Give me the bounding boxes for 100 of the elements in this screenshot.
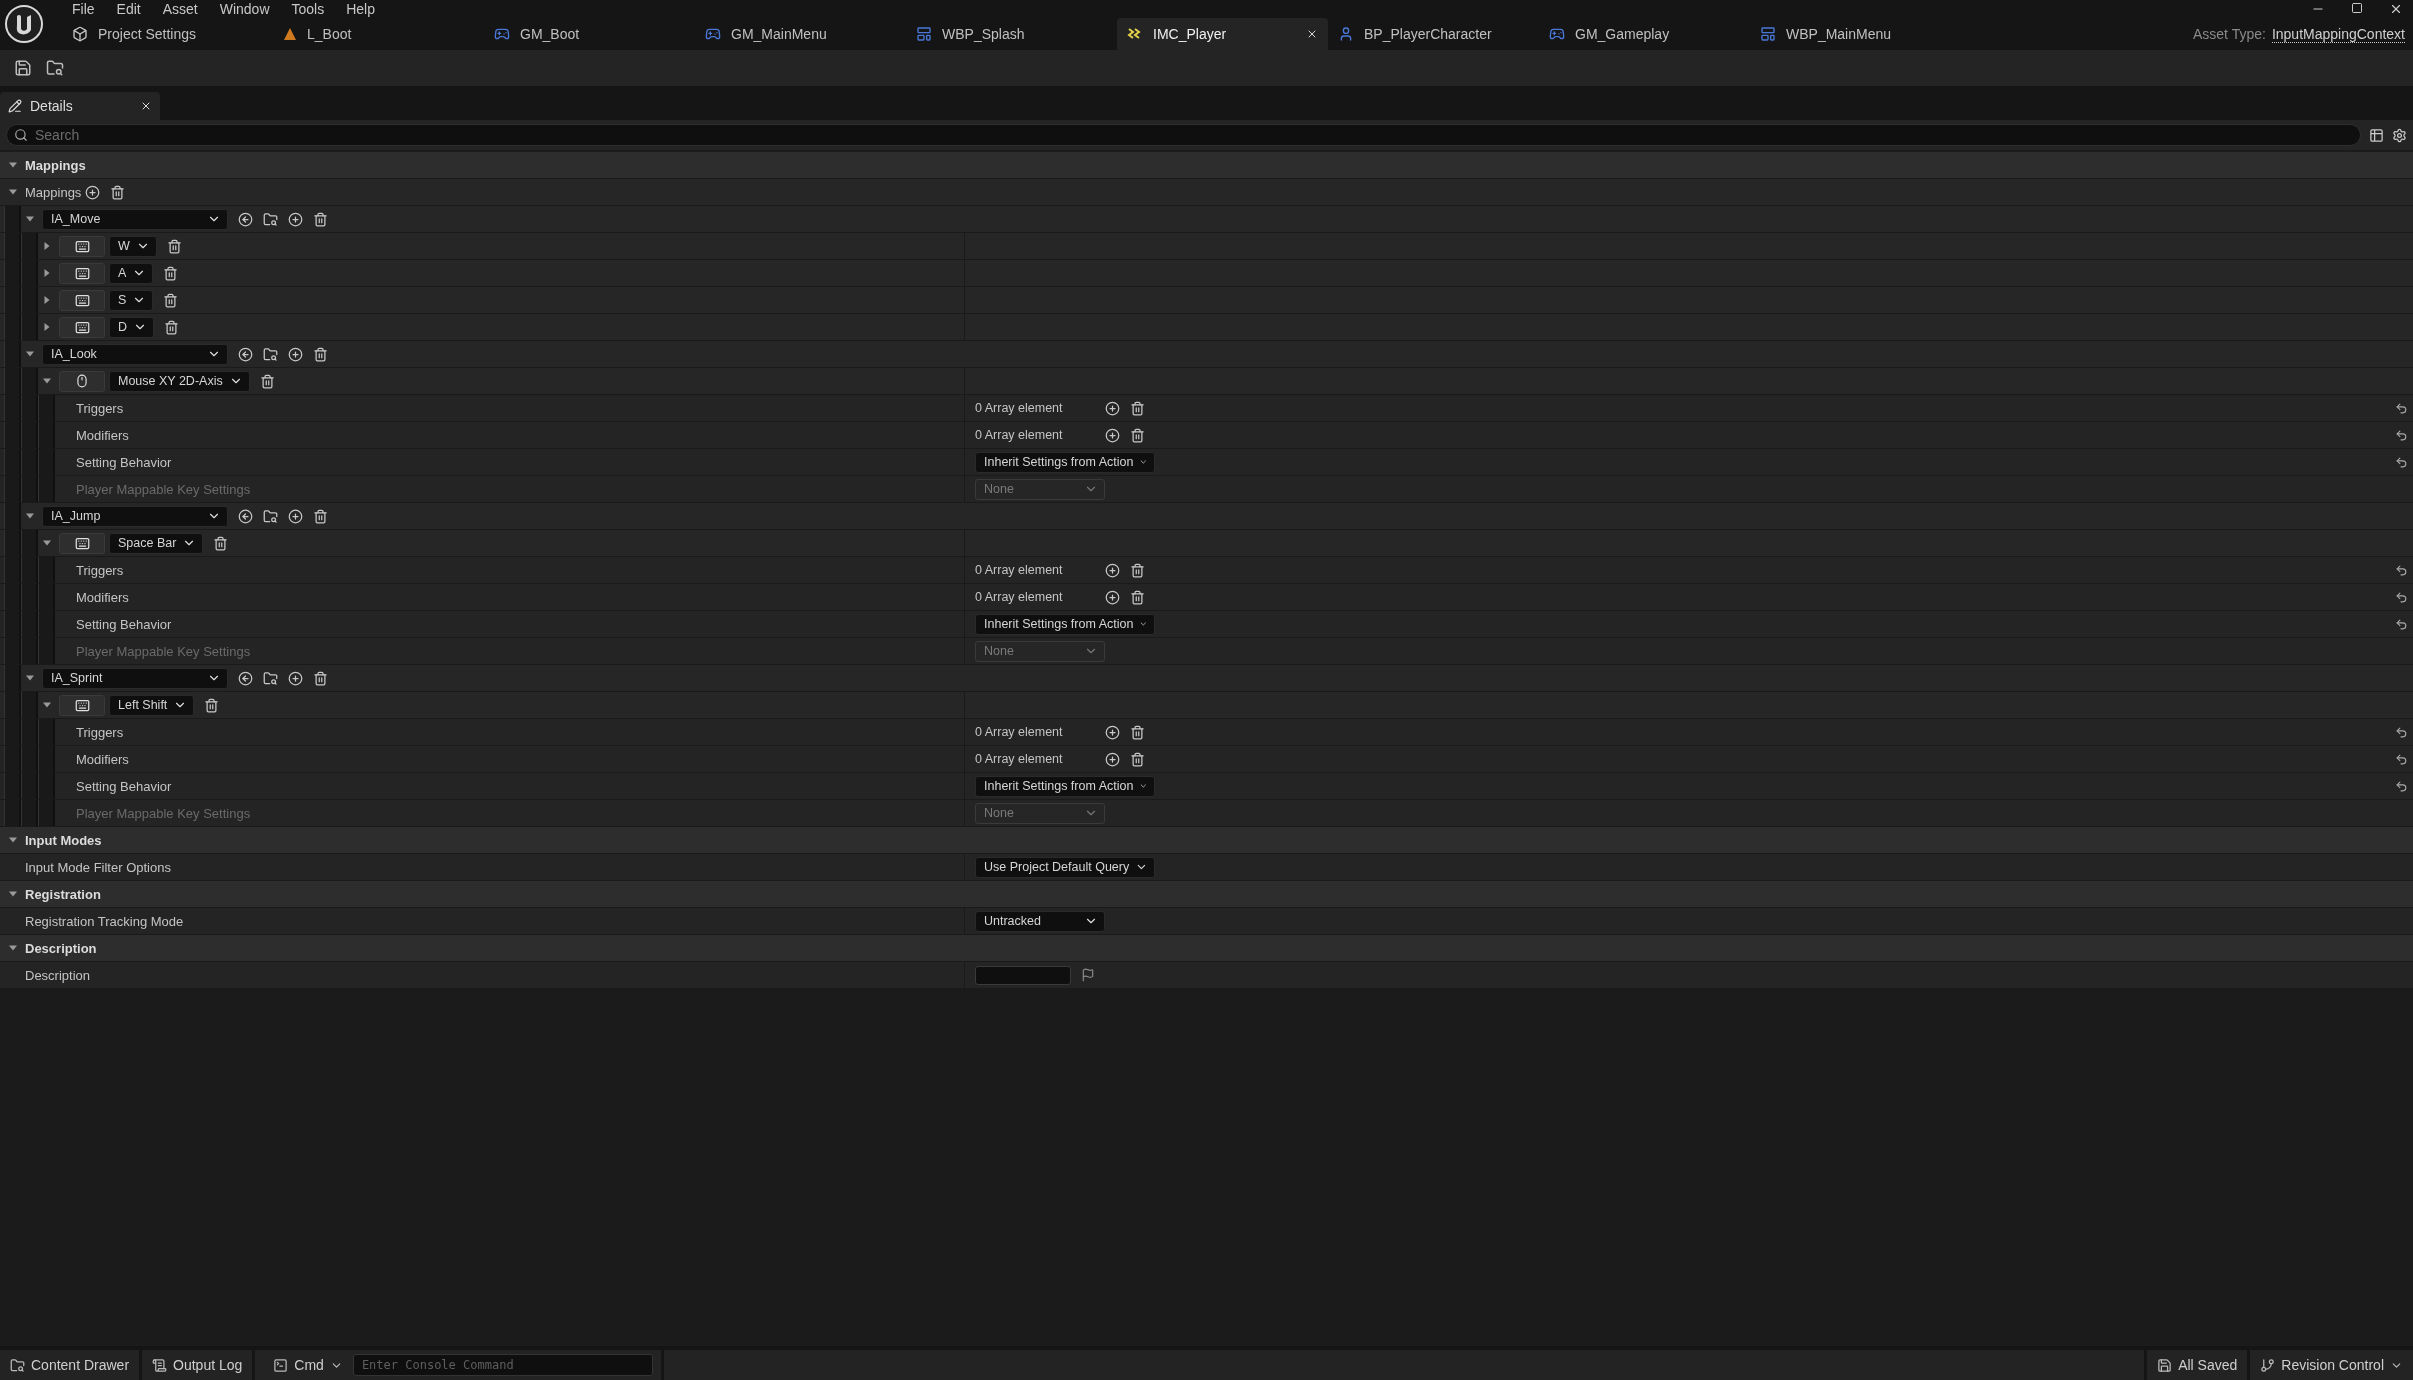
arrow-left-icon[interactable] bbox=[238, 508, 253, 524]
add-icon[interactable] bbox=[1105, 589, 1120, 605]
delete-icon[interactable] bbox=[204, 697, 220, 713]
document-tab[interactable]: IMC_Player bbox=[1117, 18, 1328, 50]
delete-icon[interactable] bbox=[259, 373, 275, 389]
key-selector-button[interactable] bbox=[59, 262, 105, 284]
action-dropdown[interactable]: IA_Look bbox=[42, 343, 228, 365]
save-icon[interactable] bbox=[14, 59, 32, 77]
delete-icon[interactable] bbox=[166, 238, 182, 254]
add-icon[interactable] bbox=[288, 346, 303, 362]
expand-arrow-icon[interactable] bbox=[7, 835, 18, 845]
details-tab[interactable]: Details bbox=[0, 92, 160, 120]
document-tab[interactable]: WBP_MainMenu bbox=[1750, 18, 1961, 50]
delete-icon[interactable] bbox=[1130, 751, 1145, 767]
table-icon[interactable] bbox=[2369, 127, 2384, 143]
expand-arrow-icon[interactable] bbox=[24, 673, 35, 683]
reset-icon[interactable] bbox=[2395, 779, 2408, 793]
delete-icon[interactable] bbox=[1130, 400, 1145, 416]
add-icon[interactable] bbox=[1105, 427, 1120, 443]
flag-icon[interactable] bbox=[1081, 968, 1095, 982]
key-selector-button[interactable] bbox=[59, 235, 105, 257]
delete-icon[interactable] bbox=[313, 346, 328, 362]
expand-arrow-icon[interactable] bbox=[7, 160, 18, 170]
menu-item[interactable]: Edit bbox=[106, 1, 153, 17]
settings-icon[interactable] bbox=[2392, 127, 2407, 143]
add-icon[interactable] bbox=[1105, 751, 1120, 767]
action-dropdown[interactable]: IA_Sprint bbox=[42, 667, 228, 689]
document-tab[interactable]: Project Settings bbox=[62, 18, 273, 50]
key-dropdown[interactable]: Space Bar bbox=[109, 532, 204, 554]
delete-icon[interactable] bbox=[164, 319, 180, 335]
dropdown[interactable]: Inherit Settings from Action bbox=[975, 451, 1155, 473]
reset-icon[interactable] bbox=[2395, 617, 2408, 631]
folder-search-icon[interactable] bbox=[46, 59, 64, 77]
engine-logo[interactable] bbox=[4, 4, 44, 44]
output-log-button[interactable]: Output Log bbox=[142, 1350, 256, 1380]
reset-icon[interactable] bbox=[2395, 401, 2408, 415]
document-tab[interactable]: BP_PlayerCharacter bbox=[1328, 18, 1539, 50]
expand-arrow-icon[interactable] bbox=[41, 538, 52, 548]
dropdown[interactable]: Untracked bbox=[975, 910, 1105, 932]
key-dropdown[interactable]: D bbox=[109, 316, 155, 338]
console-field[interactable]: Enter Console Command bbox=[352, 1354, 653, 1376]
reset-icon[interactable] bbox=[2395, 725, 2408, 739]
cmd-dropdown[interactable]: Cmd bbox=[263, 1350, 353, 1380]
document-tab[interactable]: WBP_Splash bbox=[906, 18, 1117, 50]
document-tab[interactable]: L_Boot bbox=[273, 18, 484, 50]
arrow-left-icon[interactable] bbox=[238, 346, 253, 362]
delete-icon[interactable] bbox=[163, 292, 179, 308]
key-dropdown[interactable]: Left Shift bbox=[109, 694, 195, 716]
key-selector-button[interactable] bbox=[59, 370, 105, 392]
maximize-icon[interactable] bbox=[2351, 2, 2363, 14]
expand-arrow-icon[interactable] bbox=[24, 349, 35, 359]
menu-item[interactable]: Tools bbox=[281, 1, 337, 17]
key-selector-button[interactable] bbox=[59, 316, 105, 338]
delete-icon[interactable] bbox=[1130, 562, 1145, 578]
menu-item[interactable]: Window bbox=[209, 1, 282, 17]
document-tab[interactable]: GM_MainMenu bbox=[695, 18, 906, 50]
delete-icon[interactable] bbox=[163, 265, 179, 281]
expand-arrow-icon[interactable] bbox=[24, 214, 35, 224]
arrow-left-icon[interactable] bbox=[238, 211, 253, 227]
menu-item[interactable]: Asset bbox=[152, 1, 210, 17]
revision-control-button[interactable]: Revision Control bbox=[2250, 1350, 2413, 1380]
folder-search-icon[interactable] bbox=[263, 346, 278, 362]
action-dropdown[interactable]: IA_Move bbox=[42, 208, 228, 230]
content-drawer-button[interactable]: Content Drawer bbox=[0, 1350, 143, 1380]
dropdown[interactable]: Inherit Settings from Action bbox=[975, 775, 1155, 797]
close-icon[interactable] bbox=[2389, 2, 2403, 16]
expand-arrow-icon[interactable] bbox=[41, 700, 52, 710]
reset-icon[interactable] bbox=[2395, 428, 2408, 442]
key-selector-button[interactable] bbox=[59, 532, 105, 554]
close-icon[interactable] bbox=[1306, 28, 1318, 40]
key-dropdown[interactable]: W bbox=[109, 235, 157, 257]
dropdown[interactable]: Inherit Settings from Action bbox=[975, 613, 1155, 635]
add-icon[interactable] bbox=[1105, 724, 1120, 740]
asset-type-link[interactable]: InputMappingContext bbox=[2271, 25, 2405, 43]
add-icon[interactable] bbox=[1105, 562, 1120, 578]
expand-arrow-icon[interactable] bbox=[7, 943, 18, 953]
folder-search-icon[interactable] bbox=[263, 508, 278, 524]
reset-icon[interactable] bbox=[2395, 563, 2408, 577]
expand-arrow-icon[interactable] bbox=[7, 187, 18, 197]
folder-search-icon[interactable] bbox=[263, 670, 278, 686]
delete-icon[interactable] bbox=[313, 211, 328, 227]
close-icon[interactable] bbox=[140, 100, 152, 112]
key-selector-button[interactable] bbox=[59, 289, 105, 311]
key-dropdown[interactable]: A bbox=[109, 262, 154, 284]
action-dropdown[interactable]: IA_Jump bbox=[42, 505, 228, 527]
all-saved-button[interactable]: All Saved bbox=[2144, 1350, 2251, 1380]
document-tab[interactable]: GM_Boot bbox=[484, 18, 695, 50]
reset-icon[interactable] bbox=[2395, 590, 2408, 604]
menu-item[interactable]: Help bbox=[336, 1, 387, 17]
add-icon[interactable] bbox=[1105, 400, 1120, 416]
search-field[interactable]: Search bbox=[6, 124, 2361, 146]
delete-icon[interactable] bbox=[1130, 427, 1145, 443]
add-icon[interactable] bbox=[85, 184, 101, 200]
key-selector-button[interactable] bbox=[59, 694, 105, 716]
add-icon[interactable] bbox=[288, 508, 303, 524]
document-tab[interactable]: GM_Gameplay bbox=[1539, 18, 1750, 50]
reset-icon[interactable] bbox=[2395, 752, 2408, 766]
text-field[interactable] bbox=[975, 965, 1071, 985]
add-icon[interactable] bbox=[288, 211, 303, 227]
add-icon[interactable] bbox=[288, 670, 303, 686]
